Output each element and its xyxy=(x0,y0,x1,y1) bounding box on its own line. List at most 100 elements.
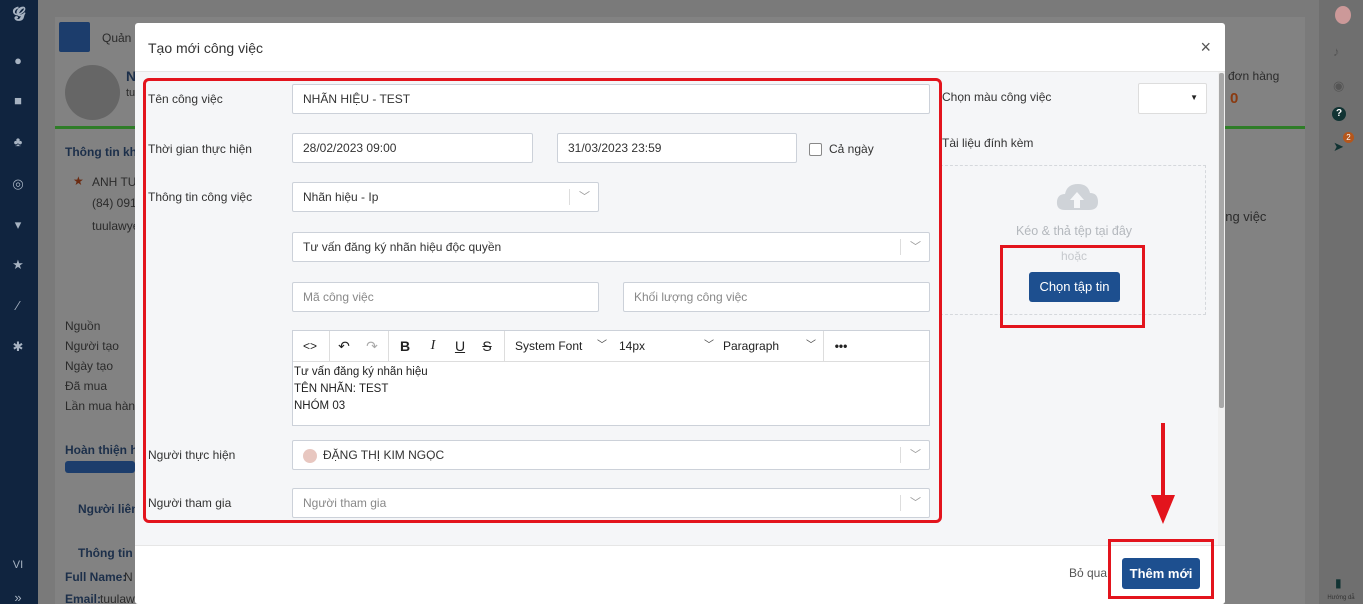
or-text: hoặc xyxy=(1060,249,1088,263)
font-family-value: System Font xyxy=(515,339,583,353)
order-count: 0 xyxy=(1230,90,1239,107)
chevron-down-icon: ﹀ xyxy=(597,340,607,351)
task-code-input[interactable]: Mã công việc xyxy=(292,282,599,312)
assignee-avatar xyxy=(303,448,317,463)
field-last-buy: Lần mua hàng xyxy=(65,399,142,413)
assignee-label: Người thực hiện xyxy=(148,448,236,462)
gear-icon[interactable]: ✱ xyxy=(10,339,26,355)
all-day-label: Cả ngày xyxy=(829,142,874,156)
app-logo[interactable]: 𝓖 xyxy=(6,5,32,23)
customer-avatar xyxy=(65,65,120,120)
breadcrumb[interactable]: Quản l xyxy=(102,31,137,45)
divider xyxy=(329,331,330,361)
field-created: Ngày tạo xyxy=(65,359,114,373)
task-name-input[interactable]: NHÃN HIỆU - TEST xyxy=(292,84,930,114)
skip-button[interactable]: Bỏ qua xyxy=(1069,566,1107,580)
participants-placeholder: Người tham gia xyxy=(303,496,387,510)
help-text[interactable]: Hướng dẫ xyxy=(1319,595,1363,601)
target-icon[interactable]: ◎ xyxy=(10,176,26,192)
user-icon[interactable]: ● xyxy=(10,53,26,69)
end-time-input[interactable]: 31/03/2023 23:59 xyxy=(557,133,797,163)
service-select[interactable]: Tư vấn đăng ký nhãn hiệu độc quyền ﹀ xyxy=(292,232,930,262)
complete-progress xyxy=(65,461,135,473)
color-select[interactable]: ▼ xyxy=(1138,83,1207,114)
chevron-down-icon: ﹀ xyxy=(704,340,714,351)
divider xyxy=(900,495,901,511)
divider xyxy=(388,331,389,361)
editor-line: Tư vấn đăng ký nhãn hiệu xyxy=(294,366,428,378)
group-icon[interactable]: ♣ xyxy=(10,134,26,150)
expand-icon[interactable]: » xyxy=(10,590,26,604)
notification-badge: 2 xyxy=(1343,132,1354,143)
strikethrough-icon[interactable]: S xyxy=(475,331,499,361)
cart-icon[interactable]: ▾ xyxy=(10,217,26,233)
category-select[interactable]: Nhãn hiệu - Ip ﹀ xyxy=(292,182,599,212)
block-format-value: Paragraph xyxy=(723,339,780,353)
scrollbar-thumb[interactable] xyxy=(1219,73,1224,408)
rich-text-editor[interactable]: <> ↶ ↷ B I U S System Font ﹀ 14px ﹀ Paragr… xyxy=(292,330,930,426)
briefcase-icon[interactable]: ■ xyxy=(10,93,26,109)
start-time-input[interactable]: 28/02/2023 09:00 xyxy=(292,133,533,163)
bold-icon[interactable]: B xyxy=(393,331,417,361)
editor-line: NHÓM 03 xyxy=(294,400,346,412)
chevron-down-icon: ﹀ xyxy=(806,340,816,351)
divider xyxy=(900,239,901,255)
service-value: Tư vấn đăng ký nhãn hiệu độc quyền xyxy=(303,240,502,254)
field-bought: Đã mua xyxy=(65,379,108,393)
divider xyxy=(569,189,570,205)
divider xyxy=(504,331,505,361)
chevron-down-icon: ﹀ xyxy=(910,449,921,461)
order-label: đơn hàng xyxy=(1228,69,1280,83)
underline-icon[interactable]: U xyxy=(448,331,472,361)
user-avatar[interactable] xyxy=(1335,6,1351,24)
complete-profile: Hoàn thiện hồ xyxy=(65,443,145,457)
fullname-label: Full Name: xyxy=(65,570,127,584)
language-switch[interactable]: VI xyxy=(10,557,26,573)
participants-select[interactable]: Người tham gia ﹀ xyxy=(292,488,930,518)
star-icon[interactable]: ★ xyxy=(10,257,26,273)
help-icon[interactable]: ? xyxy=(1332,107,1346,121)
font-size-select[interactable]: 14px ﹀ xyxy=(619,331,714,361)
italic-icon[interactable]: I xyxy=(421,331,445,361)
chevron-down-icon: ﹀ xyxy=(910,241,921,253)
contact-person: Người liên xyxy=(78,502,139,516)
book-icon[interactable]: ▮ xyxy=(1335,576,1342,590)
font-family-select[interactable]: System Font ﹀ xyxy=(515,331,607,361)
bell-icon[interactable]: ♪ xyxy=(1333,44,1340,59)
participants-label: Người tham gia xyxy=(148,496,232,510)
rocket-icon[interactable]: ➤ xyxy=(1333,139,1344,155)
more-icon[interactable]: ••• xyxy=(829,331,853,361)
code-view-icon[interactable]: <> xyxy=(295,331,325,361)
editor-content[interactable]: Tư vấn đăng ký nhãn hiệu TÊN NHÃN: TEST … xyxy=(294,364,428,415)
editor-toolbar: <> ↶ ↷ B I U S System Font ﹀ 14px ﹀ Paragr… xyxy=(293,331,929,362)
color-label: Chọn màu công việc xyxy=(942,90,1052,104)
info-heading: Thông tin c xyxy=(78,546,143,560)
task-info-label: Thông tin công việc xyxy=(148,190,253,204)
customer-icon xyxy=(59,22,90,52)
undo-icon[interactable]: ↶ xyxy=(331,331,357,361)
right-tab[interactable]: ông việc xyxy=(1218,209,1266,224)
time-label: Thời gian thực hiện xyxy=(148,142,252,156)
chevron-down-icon: ﹀ xyxy=(579,191,590,203)
add-new-button[interactable]: Thêm mới xyxy=(1122,558,1200,589)
email-label: Email: xyxy=(65,592,102,604)
chart-icon[interactable]: ⁄ xyxy=(10,298,26,314)
chat-icon[interactable]: ◉ xyxy=(1333,78,1344,94)
redo-icon[interactable]: ↷ xyxy=(359,331,385,361)
editor-line: TÊN NHÃN: TEST xyxy=(294,383,389,395)
choose-file-button[interactable]: Chọn tập tin xyxy=(1029,272,1120,302)
block-format-select[interactable]: Paragraph ﹀ xyxy=(723,331,816,361)
all-day-checkbox[interactable] xyxy=(809,143,822,156)
left-navigation: 𝓖 ● ■ ♣ ◎ ▾ ★ ⁄ ✱ VI » xyxy=(0,0,38,604)
workload-input[interactable]: Khối lượng công việc xyxy=(623,282,930,312)
cloud-upload-icon xyxy=(1055,180,1099,212)
modal-title: Tạo mới công việc xyxy=(148,40,264,56)
divider xyxy=(900,447,901,463)
assignee-select[interactable]: ĐẶNG THỊ KIM NGỌC ﹀ xyxy=(292,440,930,470)
field-creator: Người tạo xyxy=(65,339,119,353)
arrow-shaft xyxy=(1161,423,1165,500)
close-icon[interactable]: × xyxy=(1200,37,1211,58)
section-info: Thông tin kh xyxy=(65,145,137,159)
divider xyxy=(823,331,824,361)
field-source: Nguồn xyxy=(65,319,101,333)
